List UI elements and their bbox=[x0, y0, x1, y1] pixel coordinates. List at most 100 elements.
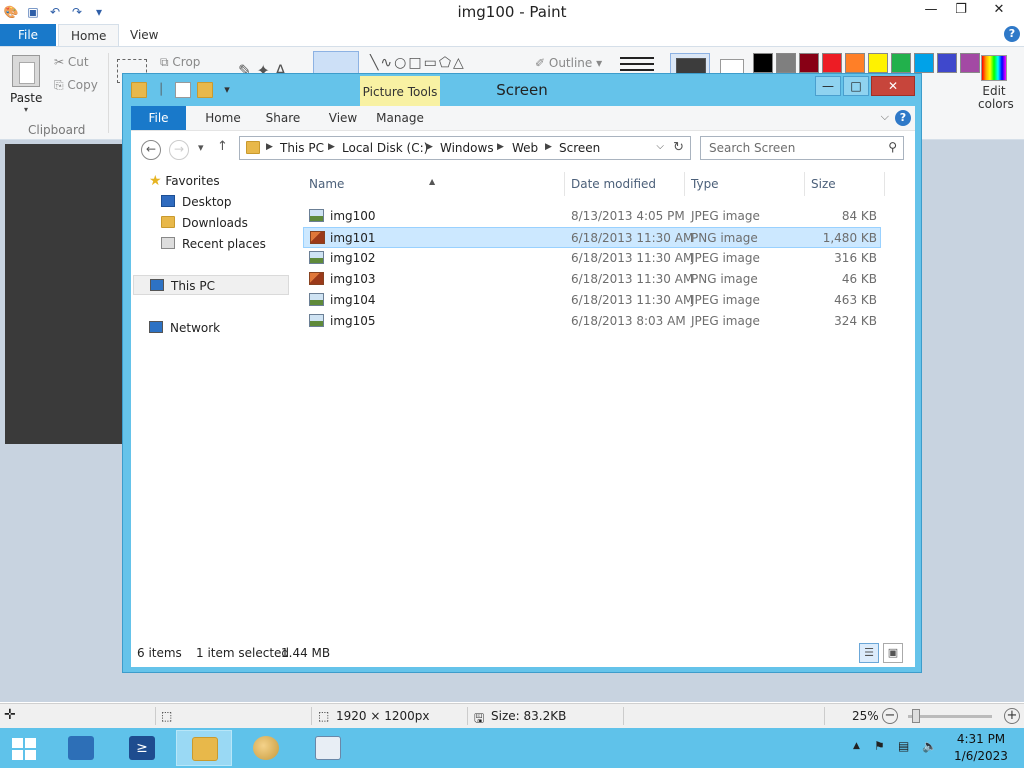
tab-home[interactable]: Home bbox=[193, 106, 253, 130]
network-status-icon[interactable]: ▤ bbox=[898, 739, 909, 753]
minimize-button[interactable]: — bbox=[916, 0, 946, 22]
search-box[interactable]: ⚲ bbox=[700, 136, 904, 160]
up-arrow-icon[interactable]: ↑ bbox=[217, 139, 228, 154]
nav-favorites-label: Favorites bbox=[165, 174, 220, 188]
taskbar-file-explorer[interactable] bbox=[176, 730, 232, 766]
breadcrumb-screen[interactable]: Screen bbox=[559, 141, 600, 155]
breadcrumb-windows[interactable]: Windows bbox=[440, 141, 494, 155]
start-button[interactable] bbox=[0, 730, 56, 766]
zoom-slider-thumb[interactable] bbox=[912, 709, 920, 723]
address-bar[interactable]: ▶ This PC ▶ Local Disk (C:) ▶ Windows ▶ … bbox=[239, 136, 691, 160]
show-hidden-icons[interactable]: ▲ bbox=[853, 741, 860, 751]
column-header-date[interactable]: Date modified bbox=[565, 172, 685, 196]
taskbar-powershell[interactable]: ≥ bbox=[114, 730, 170, 766]
chevron-right-icon[interactable]: ▶ bbox=[266, 142, 273, 152]
color-swatch[interactable] bbox=[891, 53, 911, 73]
explorer-title-bar[interactable]: │ ▾ Picture Tools Screen — □ ✕ bbox=[123, 74, 921, 106]
volume-muted-icon[interactable]: 🔈 bbox=[922, 739, 937, 753]
outline-label: Outline bbox=[548, 56, 593, 70]
explorer-status-bar: 6 items 1 item selected 1.44 MB ☰ ▣ bbox=[131, 637, 915, 668]
refresh-icon[interactable]: ↻ bbox=[673, 140, 684, 155]
close-button[interactable]: ✕ bbox=[976, 0, 1022, 22]
file-row-selected[interactable]: img101 6/18/2013 11:30 AM PNG image 1,48… bbox=[303, 227, 881, 248]
zoom-out-button[interactable]: − bbox=[882, 708, 898, 724]
taskbar-server-manager[interactable] bbox=[53, 730, 109, 766]
address-dropdown-icon[interactable]: ⌵ bbox=[656, 141, 664, 152]
color-swatch[interactable] bbox=[960, 53, 980, 73]
large-icons-view-button[interactable]: ▣ bbox=[883, 643, 903, 663]
file-row[interactable]: img104 6/18/2013 11:30 AM JPEG image 463… bbox=[303, 290, 881, 311]
nav-this-pc[interactable]: This PC bbox=[133, 275, 289, 295]
paint-tab-file[interactable]: File bbox=[0, 24, 56, 46]
flag-icon[interactable]: ⚑ bbox=[874, 739, 885, 753]
nav-favorites[interactable]: ★ Favorites bbox=[149, 171, 220, 191]
color-swatch[interactable] bbox=[822, 53, 842, 73]
breadcrumb-web[interactable]: Web bbox=[512, 141, 538, 155]
breadcrumb-local-disk[interactable]: Local Disk (C:) bbox=[342, 141, 428, 155]
forward-button[interactable]: → bbox=[169, 140, 189, 160]
file-row[interactable]: img105 6/18/2013 8:03 AM JPEG image 324 … bbox=[303, 311, 881, 332]
nav-this-pc-label: This PC bbox=[171, 279, 215, 293]
nav-downloads[interactable]: Downloads bbox=[161, 213, 248, 233]
zoom-slider-track[interactable] bbox=[908, 715, 992, 718]
crop-button[interactable]: ⧉ Crop bbox=[160, 55, 200, 70]
column-header-name[interactable]: ▲ Name bbox=[303, 172, 565, 196]
back-button[interactable]: ← bbox=[141, 140, 161, 160]
search-icon[interactable]: ⚲ bbox=[888, 140, 897, 154]
tab-share[interactable]: Share bbox=[253, 106, 313, 130]
chevron-right-icon[interactable]: ▶ bbox=[426, 142, 433, 152]
file-row[interactable]: img102 6/18/2013 11:30 AM JPEG image 316… bbox=[303, 248, 881, 269]
paint-tab-view[interactable]: View bbox=[118, 24, 170, 46]
breadcrumb-this-pc[interactable]: This PC bbox=[280, 141, 324, 155]
color-swatch[interactable] bbox=[753, 53, 773, 73]
paint-tab-home[interactable]: Home bbox=[58, 24, 120, 46]
shapes-gallery[interactable]: ╲∿○□▭⬠△ bbox=[370, 55, 466, 71]
edit-colors-label: Edit colors bbox=[978, 84, 1014, 111]
clock-date: 1/6/2023 bbox=[954, 749, 1008, 763]
color-swatch[interactable] bbox=[914, 53, 934, 73]
cut-button[interactable]: ✂ Cut bbox=[54, 55, 89, 69]
taskbar-photo-viewer[interactable] bbox=[300, 730, 356, 766]
paste-button[interactable]: Paste ▾ bbox=[10, 55, 42, 114]
color-swatch[interactable] bbox=[776, 53, 796, 73]
edit-colors-button[interactable]: Edit colors bbox=[978, 55, 1014, 111]
column-header-size[interactable]: Size bbox=[805, 172, 885, 196]
tab-file[interactable]: File bbox=[131, 106, 186, 130]
file-size: 463 KB bbox=[834, 293, 877, 307]
chevron-right-icon[interactable]: ▶ bbox=[328, 142, 335, 152]
paint-title-bar[interactable]: 🎨 ▣ ↶ ↷ ▾ img100 - Paint — ❐ ✕ bbox=[0, 0, 1024, 24]
chevron-down-icon[interactable]: ⌵ bbox=[881, 110, 889, 124]
search-input[interactable] bbox=[701, 137, 881, 159]
maximize-button[interactable]: □ bbox=[843, 76, 869, 96]
recent-locations-icon[interactable]: ▾ bbox=[198, 141, 204, 154]
color-swatch[interactable] bbox=[868, 53, 888, 73]
minimize-button[interactable]: — bbox=[815, 76, 841, 96]
close-button[interactable]: ✕ bbox=[871, 76, 915, 96]
color-swatch[interactable] bbox=[937, 53, 957, 73]
chevron-right-icon[interactable]: ▶ bbox=[497, 142, 504, 152]
nav-recent-places[interactable]: Recent places bbox=[161, 234, 266, 254]
color-swatch[interactable] bbox=[799, 53, 819, 73]
chevron-right-icon[interactable]: ▶ bbox=[545, 142, 552, 152]
move-cursor-icon: ✛ bbox=[4, 707, 16, 723]
tab-manage[interactable]: Manage bbox=[360, 106, 440, 130]
outline-button[interactable]: ✐ Outline ▾ bbox=[535, 56, 602, 70]
clipboard-icon bbox=[12, 55, 40, 87]
recent-places-icon bbox=[161, 237, 175, 249]
help-icon[interactable]: ? bbox=[1004, 26, 1020, 42]
taskbar-paint[interactable] bbox=[238, 730, 294, 766]
jpeg-file-icon bbox=[309, 314, 324, 327]
file-row[interactable]: img103 6/18/2013 11:30 AM PNG image 46 K… bbox=[303, 269, 881, 290]
nav-network[interactable]: Network bbox=[149, 318, 220, 338]
details-view-button[interactable]: ☰ bbox=[859, 643, 879, 663]
column-header-type[interactable]: Type bbox=[685, 172, 805, 196]
file-row[interactable]: img100 8/13/2013 4:05 PM JPEG image 84 K… bbox=[303, 206, 881, 227]
nav-desktop[interactable]: Desktop bbox=[161, 192, 232, 212]
color-swatch[interactable] bbox=[845, 53, 865, 73]
system-clock[interactable]: 4:31 PM 1/6/2023 bbox=[946, 731, 1016, 765]
zoom-in-button[interactable]: + bbox=[1004, 708, 1020, 724]
jpeg-file-icon bbox=[309, 209, 324, 222]
copy-button[interactable]: ⎘ Copy bbox=[54, 78, 98, 93]
help-icon[interactable]: ? bbox=[895, 110, 911, 126]
restore-button[interactable]: ❐ bbox=[946, 0, 976, 22]
